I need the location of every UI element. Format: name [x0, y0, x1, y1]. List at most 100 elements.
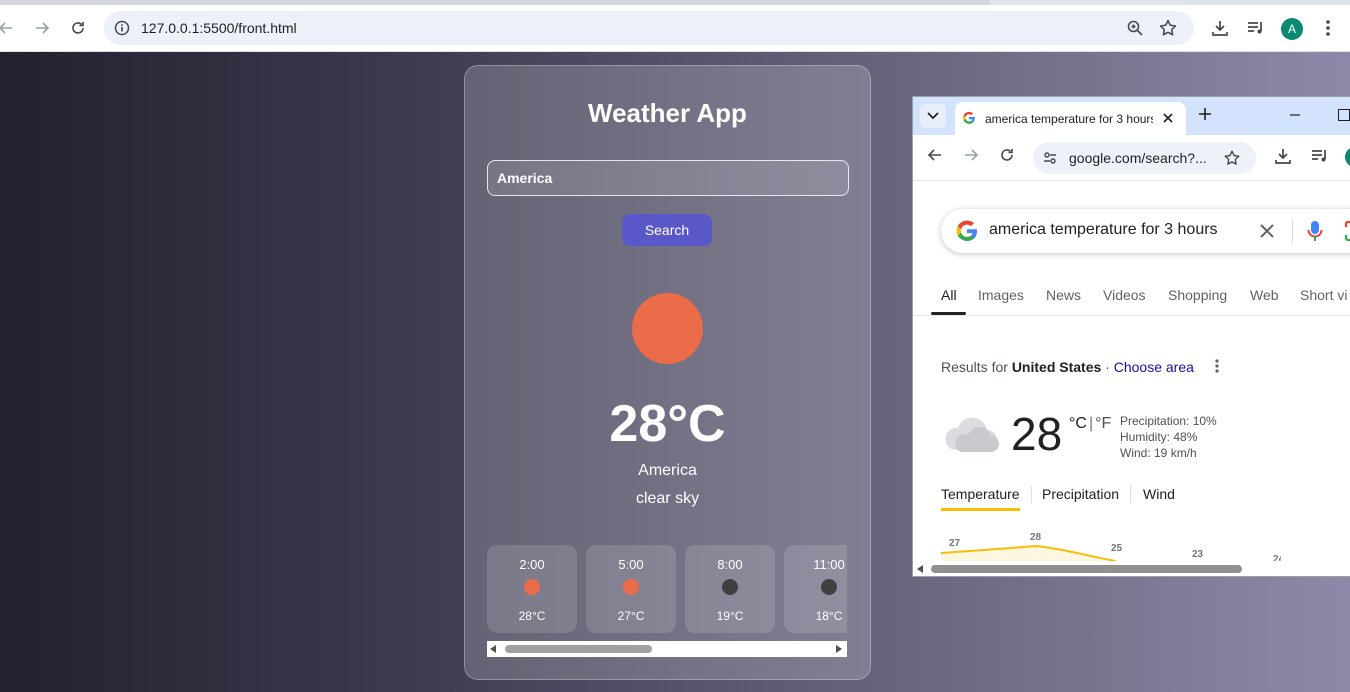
- fahrenheit-unit[interactable]: °F: [1095, 415, 1111, 432]
- search-query[interactable]: america temperature for 3 hours: [989, 221, 1218, 239]
- more-options-icon[interactable]: [1214, 358, 1220, 374]
- profile-avatar[interactable]: A: [1281, 18, 1303, 40]
- scroll-left-icon[interactable]: [917, 565, 923, 573]
- weather-tab-indicator: [941, 508, 1020, 511]
- popup-tab-title: america temperature for 3 hours: [985, 112, 1153, 126]
- weather-stats: Precipitation: 10% Humidity: 48% Wind: 1…: [1120, 413, 1217, 461]
- popup-tab[interactable]: america temperature for 3 hours: [955, 102, 1186, 135]
- city-search-input[interactable]: America: [487, 160, 849, 196]
- forward-icon[interactable]: [30, 16, 54, 40]
- sun-icon: [632, 293, 703, 364]
- tab-precipitation[interactable]: Precipitation: [1042, 486, 1119, 502]
- new-tab-icon[interactable]: [1196, 105, 1214, 123]
- scroll-right-icon[interactable]: [836, 645, 842, 653]
- bookmark-star-icon[interactable]: [1158, 18, 1178, 43]
- media-controls-icon[interactable]: [1310, 146, 1330, 166]
- current-temperature: 28°C: [609, 395, 726, 453]
- forecast-time: 5:00: [618, 557, 644, 572]
- hourly-forecast[interactable]: 2:00 28°C 5:00 27°C 8:00 19°C 11:00 18°C: [487, 545, 847, 635]
- temperature-units: °C | °F: [1069, 415, 1111, 433]
- active-tab-indicator: [931, 312, 966, 315]
- search-button[interactable]: Search: [622, 214, 712, 246]
- back-icon[interactable]: [927, 147, 943, 163]
- bookmark-star-icon[interactable]: [1223, 149, 1241, 167]
- moon-icon: [722, 579, 738, 595]
- forecast-item: 8:00 19°C: [685, 545, 775, 633]
- tab-images[interactable]: Images: [978, 287, 1024, 303]
- google-logo-icon: [956, 220, 977, 241]
- tab-videos[interactable]: Videos: [1103, 287, 1146, 303]
- popup-tab-bar: america temperature for 3 hours: [913, 97, 1350, 135]
- results-separator: ·: [1101, 359, 1114, 375]
- results-prefix: Results for: [941, 359, 1012, 375]
- forecast-time: 11:00: [813, 557, 845, 572]
- maximize-icon[interactable]: [1338, 109, 1350, 121]
- url-text[interactable]: 127.0.0.1:5500/front.html: [141, 20, 297, 36]
- reload-icon[interactable]: [999, 147, 1015, 163]
- forward-icon[interactable]: [963, 147, 979, 163]
- tab-wind[interactable]: Wind: [1143, 486, 1175, 502]
- forecast-temp: 18°C: [815, 609, 843, 623]
- tab-news[interactable]: News: [1046, 287, 1081, 303]
- scrollbar-thumb[interactable]: [505, 645, 652, 653]
- tab-strip: [0, 0, 1350, 5]
- zoom-icon[interactable]: [1126, 19, 1144, 42]
- media-controls-icon[interactable]: [1244, 16, 1268, 40]
- forecast-temp: 19°C: [716, 609, 744, 623]
- download-icon[interactable]: [1273, 146, 1293, 166]
- weather-card: Weather App America Search 28°C America …: [464, 65, 871, 680]
- tab-web[interactable]: Web: [1250, 287, 1279, 303]
- tab-short-videos[interactable]: Short vi: [1300, 287, 1347, 303]
- forecast-item: 11:00 18°C: [784, 545, 847, 633]
- active-tab[interactable]: [0, 0, 990, 5]
- wind-stat: Wind: 19 km/h: [1120, 446, 1197, 460]
- forecast-item: 2:00 28°C: [487, 545, 577, 633]
- scrollbar-thumb[interactable]: [931, 565, 1242, 573]
- reload-icon[interactable]: [66, 16, 90, 40]
- site-info-icon[interactable]: [112, 18, 132, 38]
- minimize-icon[interactable]: [1288, 107, 1302, 121]
- choose-area-link[interactable]: Choose area: [1114, 359, 1194, 375]
- address-bar[interactable]: 127.0.0.1:5500/front.html: [104, 11, 1194, 45]
- city-name: America: [638, 462, 697, 479]
- close-tab-icon[interactable]: [1161, 111, 1175, 125]
- cloudy-icon: [945, 417, 999, 452]
- weather-description: clear sky: [635, 490, 700, 507]
- google-lens-icon[interactable]: [1343, 219, 1350, 243]
- popup-scrollbar[interactable]: [913, 561, 1350, 576]
- back-icon[interactable]: [0, 16, 18, 40]
- app-title: Weather App: [588, 98, 747, 128]
- popup-browser-window: america temperature for 3 hours google.c…: [912, 96, 1350, 577]
- scroll-left-icon[interactable]: [490, 645, 496, 653]
- tab-shopping[interactable]: Shopping: [1168, 287, 1227, 303]
- unit-separator: |: [1088, 415, 1094, 432]
- tab-search-icon[interactable]: [920, 104, 946, 128]
- forecast-item: 5:00 27°C: [586, 545, 676, 633]
- search-result-tabs: All Images News Videos Shopping Web Shor…: [913, 283, 1350, 316]
- tune-icon[interactable]: [1042, 150, 1058, 166]
- moon-icon: [821, 579, 837, 595]
- forecast-scrollbar[interactable]: [487, 641, 847, 657]
- search-divider: [1292, 219, 1293, 243]
- celsius-unit[interactable]: °C: [1069, 415, 1087, 432]
- popup-address-bar[interactable]: google.com/search?...: [1033, 142, 1256, 174]
- sun-icon: [524, 579, 540, 595]
- tab-temperature[interactable]: Temperature: [941, 486, 1020, 502]
- temperature-chart: 27 28 25 23 24: [941, 527, 1281, 562]
- results-location: Results for United States · Choose area: [941, 359, 1194, 375]
- profile-avatar[interactable]: [1345, 147, 1350, 167]
- temperature-line: [941, 544, 1281, 562]
- forecast-temp: 27°C: [617, 609, 645, 623]
- results-location-name: United States: [1011, 359, 1102, 375]
- download-icon[interactable]: [1208, 16, 1232, 40]
- tab-all[interactable]: All: [941, 287, 957, 303]
- popup-toolbar: google.com/search?...: [913, 135, 1350, 181]
- popup-url-text[interactable]: google.com/search?...: [1069, 150, 1207, 166]
- clear-search-icon[interactable]: [1257, 221, 1277, 241]
- google-search-box[interactable]: america temperature for 3 hours: [941, 209, 1350, 253]
- microphone-icon[interactable]: [1307, 219, 1323, 243]
- weather-tab-divider: [1130, 486, 1131, 503]
- forecast-time: 2:00: [519, 557, 545, 572]
- google-temperature: 28: [1011, 408, 1063, 460]
- more-options-icon[interactable]: [1316, 16, 1340, 40]
